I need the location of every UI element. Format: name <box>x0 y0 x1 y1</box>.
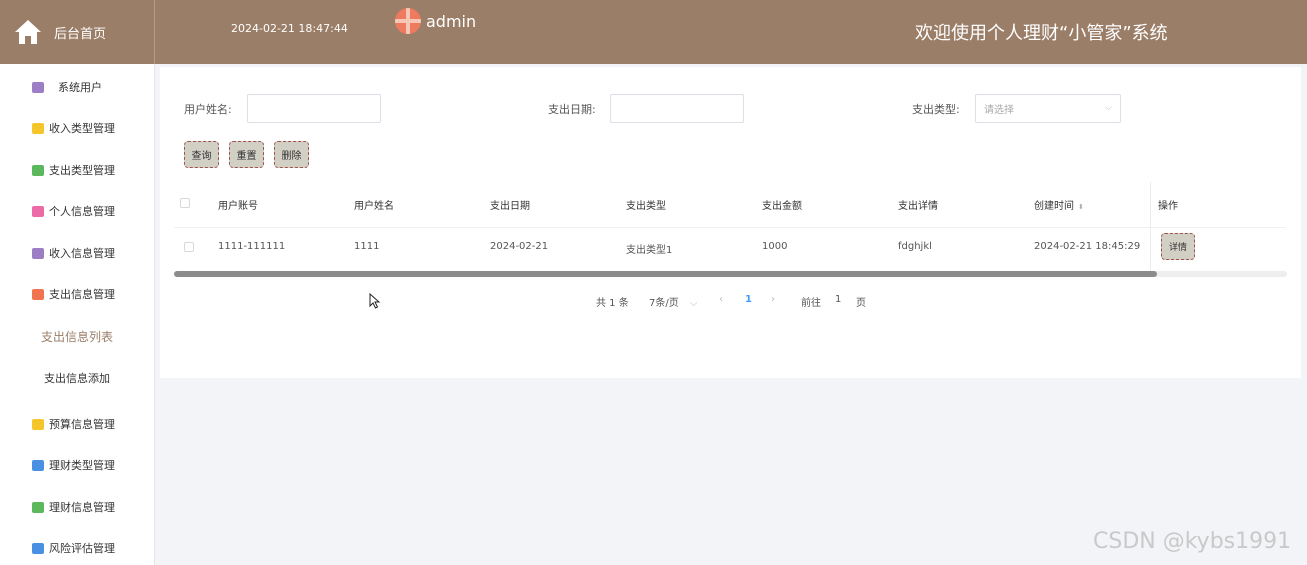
page-unit-label: 页 <box>856 298 866 309</box>
cell-type: 支出类型1 <box>626 245 673 256</box>
cube-icon <box>32 122 44 134</box>
cell-name: 1111 <box>354 241 380 252</box>
mouse-cursor-icon <box>369 293 381 309</box>
sidebar-item-finance-types[interactable]: 理财类型管理 <box>0 445 154 485</box>
star-icon <box>32 459 44 471</box>
chat-icon <box>32 164 44 176</box>
grid-icon <box>32 288 44 300</box>
home-label: 后台首页 <box>54 26 107 42</box>
column-header-detail: 支出详情 <box>898 201 938 212</box>
sidebar-item-personal-info[interactable]: 个人信息管理 <box>0 191 154 231</box>
sidebar-subitem-expense-add[interactable]: 支出信息添加 <box>0 360 154 396</box>
id-card-icon <box>32 205 44 217</box>
sidebar-item-risk-assessment[interactable]: 风险评估管理 <box>0 528 154 565</box>
sidebar-item-label: 收入类型管理 <box>49 122 115 135</box>
column-header-amount: 支出金额 <box>762 201 802 212</box>
home-icon <box>15 20 41 44</box>
sidebar-item-label: 支出信息管理 <box>49 288 115 301</box>
detail-button[interactable]: 详情 <box>1161 233 1195 260</box>
goto-label: 前往 <box>801 298 821 309</box>
column-header-created[interactable]: 创建时间 ⬍ <box>1034 197 1084 212</box>
sidebar: 系统用户 收入类型管理 支出类型管理 个人信息管理 收入信息管理 支出信息管理 … <box>0 64 155 565</box>
type-select[interactable]: 请选择 ⌵ <box>975 94 1121 123</box>
main-panel: 用户姓名: 支出日期: 支出类型: 请选择 ⌵ 查询 重置 删除 用户账号 用户… <box>160 67 1301 378</box>
home-link[interactable]: 后台首页 <box>0 0 155 64</box>
sidebar-item-label: 个人信息管理 <box>49 205 115 218</box>
sidebar-item-label: 理财类型管理 <box>49 459 115 472</box>
star-icon <box>32 542 44 554</box>
sidebar-item-label: 预算信息管理 <box>49 418 115 431</box>
sidebar-item-label: 收入信息管理 <box>49 247 115 260</box>
sidebar-item-expense-types[interactable]: 支出类型管理 <box>0 150 154 190</box>
sidebar-item-label: 风险评估管理 <box>49 542 115 555</box>
cell-created: 2024-02-21 18:45:29 <box>1034 241 1141 252</box>
next-page-icon[interactable]: › <box>771 294 775 305</box>
select-all-checkbox[interactable] <box>180 198 190 208</box>
query-button[interactable]: 查询 <box>184 141 219 168</box>
horizontal-scrollbar-thumb[interactable] <box>174 271 1157 277</box>
column-header-account: 用户账号 <box>218 201 258 212</box>
sidebar-item-finance-info[interactable]: 理财信息管理 <box>0 487 154 527</box>
chevron-down-icon: ⌵ <box>1105 103 1112 113</box>
row-checkbox[interactable] <box>184 242 194 252</box>
user-name[interactable]: admin <box>426 12 476 31</box>
date-filter-label: 支出日期: <box>548 103 596 116</box>
user-name-filter-label: 用户姓名: <box>184 103 232 116</box>
sidebar-item-expense-info[interactable]: 支出信息管理 <box>0 274 154 314</box>
cell-date: 2024-02-21 <box>490 241 549 252</box>
sidebar-item-label: 理财信息管理 <box>49 501 115 514</box>
user-name-input[interactable] <box>247 94 381 123</box>
cell-detail: fdghjkl <box>898 241 932 252</box>
type-select-placeholder: 请选择 <box>984 105 1014 116</box>
sidebar-item-income-types[interactable]: 收入类型管理 <box>0 108 154 148</box>
cell-account: 1111-111111 <box>218 241 286 252</box>
user-info[interactable]: admin <box>395 8 476 34</box>
header-divider <box>174 227 1286 228</box>
type-filter-label: 支出类型: <box>912 103 960 116</box>
chat-icon <box>32 501 44 513</box>
watermark: CSDN @kybs1991 <box>1093 529 1292 554</box>
sidebar-subitem-expense-list[interactable]: 支出信息列表 <box>0 318 154 354</box>
date-input[interactable] <box>610 94 744 123</box>
column-header-type: 支出类型 <box>626 201 666 212</box>
page-size-value: 7条/页 <box>649 298 679 309</box>
column-header-date: 支出日期 <box>490 201 530 212</box>
sidebar-item-label: 支出类型管理 <box>49 164 115 177</box>
delete-button[interactable]: 删除 <box>274 141 309 168</box>
archive-icon <box>32 81 44 93</box>
avatar[interactable] <box>395 8 421 34</box>
sidebar-item-budget-info[interactable]: 预算信息管理 <box>0 404 154 444</box>
sidebar-item-system-users[interactable]: 系统用户 <box>0 67 154 107</box>
archive-icon <box>32 247 44 259</box>
chevron-down-icon: ⌵ <box>689 298 698 309</box>
reset-button[interactable]: 重置 <box>229 141 264 168</box>
goto-page-input[interactable]: 1 <box>835 294 841 305</box>
column-header-action: 操作 <box>1158 201 1178 212</box>
prev-page-icon[interactable]: ‹ <box>719 294 723 305</box>
current-page[interactable]: 1 <box>745 294 752 305</box>
column-header-created-label: 创建时间 <box>1034 201 1074 212</box>
welcome-title: 欢迎使用个人理财“小管家”系统 <box>915 23 1168 44</box>
pagination-total: 共 1 条 <box>596 298 629 309</box>
top-header: 后台首页 2024-02-21 18:47:44 admin 欢迎使用个人理财“… <box>0 0 1307 64</box>
cube-icon <box>32 418 44 430</box>
sidebar-item-label: 系统用户 <box>58 81 102 94</box>
sort-icon[interactable]: ⬍ <box>1078 203 1084 211</box>
sidebar-item-income-info[interactable]: 收入信息管理 <box>0 233 154 273</box>
fixed-column-divider <box>1150 182 1151 272</box>
column-header-name: 用户姓名 <box>354 201 394 212</box>
current-datetime: 2024-02-21 18:47:44 <box>231 22 348 35</box>
cell-amount: 1000 <box>762 241 788 252</box>
page-size-select[interactable]: 7条/页 ⌵ <box>649 294 698 309</box>
